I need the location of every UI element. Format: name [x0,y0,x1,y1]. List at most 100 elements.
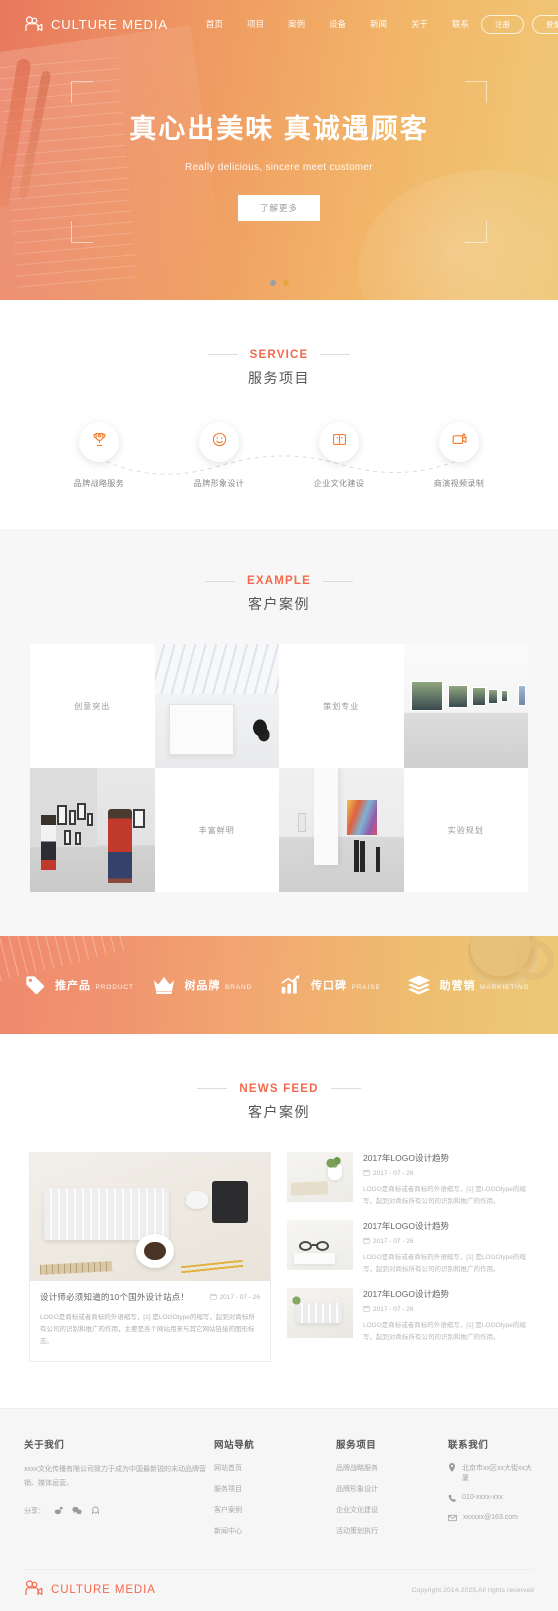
footer-contact-email: xxxxxx@163.com [448,1514,534,1522]
feature-subtitle: PRODUCT [95,984,134,991]
service-item-video[interactable]: 商演视频录制 [404,421,514,489]
footer-bottom-bar: CULTURE MEDIA Copyright 2014-2025,All ri… [24,1568,534,1611]
example-cell-label: 丰富鲜明 [198,825,235,835]
news-item-date-group: 2017 - 07 - 26 [363,1237,529,1246]
service-icon-circle [199,421,239,462]
nav-item-cases[interactable]: 案例 [276,14,317,34]
video-icon [451,431,468,453]
news-section: NEWS FEED 客户案例 设计师必须知道的10个国外设计站点！ 2017 -… [0,1034,558,1408]
example-heading-cn: 客户案例 [248,596,310,612]
news-item-title: 2017年LOGO设计趋势 [363,1152,449,1163]
news-list-item[interactable]: 2017年LOGO设计趋势 2017 - 07 - 26 LOGO是商标或者商标… [287,1219,529,1276]
gallery-hall-photo [403,644,528,768]
news-item-body: 2017年LOGO设计趋势 2017 - 07 - 26 LOGO是商标或者商标… [363,1288,529,1344]
hero-banner: CULTURE MEDIA 首页 项目 案例 设备 新闻 关于 联系 注册 登录 [0,0,558,300]
footer-link-home[interactable]: 网站首页 [214,1463,336,1473]
news-item-desc: LOGO是商标或者商标的外语缩写，[1] 是LOGOtype的缩写，起到对商标所… [363,1185,526,1205]
news-list-item[interactable]: 2017年LOGO设计趋势 2017 - 07 - 26 LOGO是商标或者商标… [287,1287,529,1344]
news-list-item[interactable]: 2017年LOGO设计趋势 2017 - 07 - 26 LOGO是商标或者商标… [287,1151,529,1208]
feature-item-brand[interactable]: 树品牌 BRAND [152,974,280,996]
news-item-thumbnail [287,1287,353,1338]
crown-icon [152,974,176,996]
service-items: 品牌战略服务 品牌形象设计 企业文化建设 商演视频录制 [44,421,514,489]
footer-column-sitenav: 网站导航 网站首页 服务项目 客户案例 新闻中心 [214,1437,336,1547]
camera-icon [24,1579,44,1601]
service-item-culture[interactable]: 企业文化建设 [284,421,394,489]
feature-text: 推产品 PRODUCT [55,976,134,994]
feature-text: 助营销 MARKIETING [440,976,530,994]
footer-about-text: xxxx文化传播有限公司致力于成为中国最新锐的未动品牌营销、媒体运营。 [24,1465,206,1488]
news-item-title: 2017年LOGO设计趋势 [363,1220,449,1231]
news-featured-image [30,1152,270,1281]
footer-contact-title: 联系我们 [448,1439,489,1451]
nav-item-contact[interactable]: 联系 [440,14,481,34]
feature-subtitle: BRAND [224,984,253,991]
footer-link-services[interactable]: 服务项目 [214,1484,336,1494]
news-item-desc: LOGO是商标或者商标的外语缩写，[1] 是LOGOtype的缩写，起到对商标所… [363,1321,526,1341]
nav-item-projects[interactable]: 项目 [235,14,276,34]
hero-learn-more-button[interactable]: 了解更多 [237,195,320,221]
brand-name: CULTURE MEDIA [51,16,168,32]
nav-item-about[interactable]: 关于 [399,14,440,34]
service-icon-circle [79,421,119,462]
footer-service-brand-image[interactable]: 品牌形象设计 [336,1484,448,1494]
nav-item-home[interactable]: 首页 [194,14,235,34]
example-heading: EXAMPLE 客户案例 [0,569,558,615]
carousel-dots [0,280,558,286]
feature-items: 推产品 PRODUCT 树品牌 BRAND 传口碑 PRAISE 助营销 MAR… [24,974,534,996]
example-cell-text[interactable]: 丰富鲜明 [154,768,279,892]
feature-subtitle: MARKIETING [479,984,530,991]
footer-service-events[interactable]: 活动策划执行 [336,1526,448,1536]
example-cell-label: 实验规划 [447,825,484,835]
feature-item-product[interactable]: 推产品 PRODUCT [24,974,152,996]
example-cell-image[interactable] [403,644,528,768]
example-section: EXAMPLE 客户案例 创意突出 策划专业 丰富鲜明 实验规划 [0,528,558,936]
footer-brand-name: CULTURE MEDIA [51,1584,156,1597]
login-button[interactable]: 登录 [532,14,558,34]
chart-up-icon [279,974,302,996]
artwork-face-1 [174,708,225,749]
calendar-icon [363,1169,370,1178]
footer-service-brand-strategy[interactable]: 品牌战略服务 [336,1463,448,1473]
nav-item-news[interactable]: 新闻 [358,14,399,34]
trophy-icon [91,431,108,453]
news-featured-card[interactable]: 设计师必须知道的10个国外设计站点！ 2017 - 07 - 26 LOGO是商… [29,1151,271,1362]
location-icon [448,1462,456,1472]
news-featured-desc: LOGO是商标或者商标的外语缩写，[1] 是LOGOtype的缩写，起到对商标所… [40,1313,255,1346]
qq-icon[interactable] [91,1506,100,1515]
footer-link-news[interactable]: 新闻中心 [214,1526,336,1536]
weibo-icon[interactable] [54,1506,63,1515]
feature-title: 助营销 [439,980,476,992]
carousel-dot-1[interactable] [269,280,276,286]
footer-about-title: 关于我们 [24,1439,65,1451]
footer-brand[interactable]: CULTURE MEDIA [24,1579,156,1601]
footer-service-culture[interactable]: 企业文化建设 [336,1505,448,1515]
footer-column-contact: 联系我们 北京市xx区xx大街xx大厦 010-xxxx-xxx xxxxxx@… [448,1437,534,1547]
wechat-icon[interactable] [72,1506,82,1516]
news-featured-body: 设计师必须知道的10个国外设计站点！ 2017 - 07 - 26 LOGO是商… [30,1281,270,1361]
artwork-face-2 [244,712,277,747]
example-cell-image[interactable] [30,768,155,892]
example-cell-text[interactable]: 创意突出 [30,644,155,768]
example-cell-text[interactable]: 策划专业 [279,644,404,768]
footer-columns: 关于我们 xxxx文化传播有限公司致力于成为中国最新锐的未动品牌营销、媒体运营。… [24,1437,534,1547]
register-button[interactable]: 注册 [481,14,525,34]
brand-logo-group[interactable]: CULTURE MEDIA [24,16,168,32]
nav-menu: 首页 项目 案例 设备 新闻 关于 联系 [194,14,481,34]
footer-contact-phone-text: 010-xxxx-xxx [462,1493,503,1501]
example-cell-label: 创意突出 [74,701,111,711]
news-featured-date-group: 2017 - 07 - 26 [209,1293,260,1302]
footer-link-cases[interactable]: 客户案例 [214,1505,336,1515]
service-item-label: 企业文化建设 [313,478,365,488]
nav-item-equipment[interactable]: 设备 [317,14,358,34]
service-item-brand-image[interactable]: 品牌形象设计 [164,421,274,489]
example-cell-image[interactable] [154,644,279,768]
feature-item-marketing[interactable]: 助营销 MARKIETING [407,974,535,996]
visitor-figure-1 [41,815,57,870]
example-cell-text[interactable]: 实验规划 [403,768,528,892]
footer-share-label: 分享： [24,1507,45,1515]
carousel-dot-2[interactable] [282,280,289,286]
feature-item-praise[interactable]: 传口碑 PRAISE [279,974,407,996]
example-cell-image[interactable] [279,768,404,892]
service-item-brand-strategy[interactable]: 品牌战略服务 [44,421,154,489]
